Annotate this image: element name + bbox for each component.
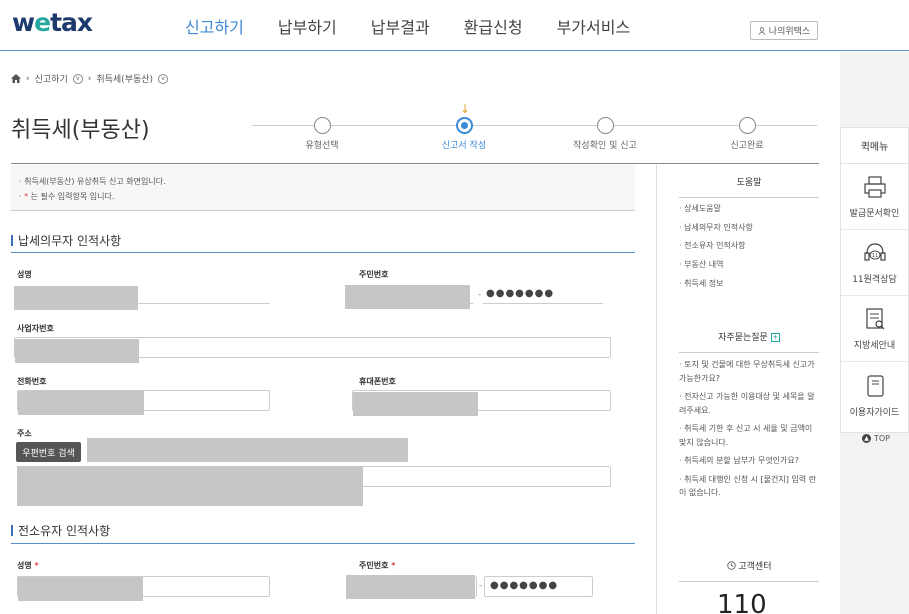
step-form-writing: 신고서 작성 [414,117,514,151]
notice-line: · * 는 필수 입력항목 입니다. [19,192,115,201]
nav-item-refund[interactable]: 환급신청 [464,14,523,38]
faq-link[interactable]: · 토지 및 건물에 대한 무상취득세 신고가 가능한가요? [679,358,819,385]
faq-link[interactable]: · 취득세의 분할 납부가 무엇인가요? [679,454,819,468]
notice-line: · 취득세(부동산) 유상취득 신고 화면입니다. [19,177,166,186]
quick-menu-title: 퀵메뉴 [841,128,908,164]
chevron-right-icon: › [26,73,30,84]
phone-label: 전화번호 [17,377,47,386]
redacted-value [353,392,478,416]
progress-stepper: ↓ 유형선택 신고서 작성 작성확인 및 신고 신고완료 [252,102,822,154]
chevron-right-icon: › [87,73,92,84]
help-title: 도움말 [679,175,819,198]
quick-menu-doc-check[interactable]: 발급문서확인 [841,164,908,230]
faq-link[interactable]: · 전자신고 가능한 이용대상 및 세목을 알려주세요. [679,390,819,417]
redacted-value [18,577,143,601]
svg-text:11: 11 [871,253,877,259]
address-label: 주소 [17,429,32,438]
divider [11,543,635,544]
page-title: 취득세(부동산) [11,118,150,143]
chevron-down-icon[interactable]: v [158,73,169,84]
arrow-up-icon: ▲ [862,434,871,443]
clock-icon [726,561,736,570]
redacted-value [346,575,475,599]
help-link[interactable]: · 취득세 정보 [679,275,753,294]
user-icon [758,26,766,35]
step-complete: 신고완료 [697,117,797,151]
prev-owner-name-label: 성명 * [17,561,39,570]
help-link[interactable]: · 납세의무자 인적사항 [679,219,753,238]
step-label: 신고서 작성 [441,141,487,151]
plus-icon[interactable]: + [770,333,780,342]
divider [11,252,635,253]
mywetax-button[interactable]: 나의위택스 [750,21,818,40]
breadcrumb-item-report[interactable]: 신고하기 [35,72,68,85]
printer-icon [863,176,886,198]
redacted-value [87,438,408,462]
redacted-value [18,391,144,415]
business-number-label: 사업자번호 [17,324,54,333]
help-link[interactable]: · 전소유자 인적사항 [679,237,753,256]
rrn-masked-value: ●●●●●●● [486,288,555,299]
nav-item-payment-result[interactable]: 납부결과 [371,14,430,38]
section-title-taxpayer: 납세의무자 인적사항 [11,232,121,249]
help-link[interactable]: · 부동산 내역 [679,256,753,275]
step-circle [738,117,756,134]
header: wetax 신고하기 납부하기 납부결과 환급신청 부가서비스 나의위택스 [0,0,909,51]
quick-menu: 퀵메뉴 발급문서확인 11 11원격상담 지방세안내 이용자가이드 [840,127,909,433]
quick-menu-remote-support[interactable]: 11 11원격상담 [841,230,908,296]
arrow-down-icon: ↓ [460,102,471,116]
redacted-value [17,466,363,506]
wetax-logo[interactable]: wetax [12,8,93,37]
zip-search-button[interactable]: 우편번호 검색 [16,442,81,462]
quick-menu-local-tax-guide[interactable]: 지방세안내 [841,296,908,362]
step-label: 작성확인 및 신고 [573,141,637,151]
name-label: 성명 [17,270,32,279]
home-icon[interactable] [11,74,21,83]
scroll-top-button[interactable]: ▲ TOP [862,434,890,443]
mobile-label: 휴대폰번호 [359,377,396,386]
guide-book-icon [865,308,884,330]
help-column: 도움말 · 상세도움말 · 납세의무자 인적사항 · 전소유자 인적사항 · 부… [656,165,839,614]
redacted-value [15,339,139,363]
rrn-dash: - [479,581,483,591]
quick-menu-user-guide[interactable]: 이용자가이드 [841,362,908,428]
help-link[interactable]: · 상세도움말 [679,200,753,219]
rrn-label: 주민번호 [359,270,389,279]
step-circle [313,117,331,134]
nav-item-report[interactable]: 신고하기 [185,14,244,38]
headset-icon: 11 [863,243,886,261]
rrn-dash: - [478,290,482,300]
chevron-down-icon[interactable]: v [72,73,83,84]
customer-center-number: 110 [717,590,767,614]
step-circle-active [455,117,473,134]
breadcrumb-item-acquisition-tax[interactable]: 취득세(부동산) [96,72,153,85]
faq-link[interactable]: · 취득세 대행인 신청 시 [물건지] 입력 란이 없습니다. [679,473,819,500]
help-link-list: · 상세도움말 · 납세의무자 인적사항 · 전소유자 인적사항 · 부동산 내… [679,200,753,293]
section-title-prev-owner: 전소유자 인적사항 [11,522,110,539]
faq-link-list: · 토지 및 건물에 대한 무상취득세 신고가 가능한가요? · 전자신고 가능… [679,358,819,505]
faq-title: 자주묻는질문 + [679,330,819,353]
main-nav: 신고하기 납부하기 납부결과 환급신청 부가서비스 [185,14,664,38]
prev-owner-rrn-label: 주민번호 * [359,561,396,570]
step-label: 신고완료 [730,141,764,151]
divider [11,163,819,164]
nav-item-payment[interactable]: 납부하기 [278,14,337,38]
customer-center-title: 고객센터 [679,559,819,582]
mywetax-label: 나의위택스 [768,27,811,37]
breadcrumb: › 신고하기 v › 취득세(부동산) v [11,72,169,85]
notebook-icon [866,374,884,397]
redacted-value [14,286,138,310]
rrn-masked-value: ●●●●●●● [490,580,559,591]
step-confirm-submit: 작성확인 및 신고 [555,117,655,151]
step-type-select: 유형선택 [272,117,372,151]
notice-box: · 취득세(부동산) 유상취득 신고 화면입니다. · * 는 필수 입력항목 … [11,165,635,211]
step-label: 유형선택 [305,141,339,151]
faq-link[interactable]: · 취득세 기한 후 신고 시 세율 및 금액이 맞지 않습니다. [679,422,819,449]
nav-item-extra-services[interactable]: 부가서비스 [557,14,631,38]
redacted-value [345,285,470,309]
step-circle [596,117,614,134]
